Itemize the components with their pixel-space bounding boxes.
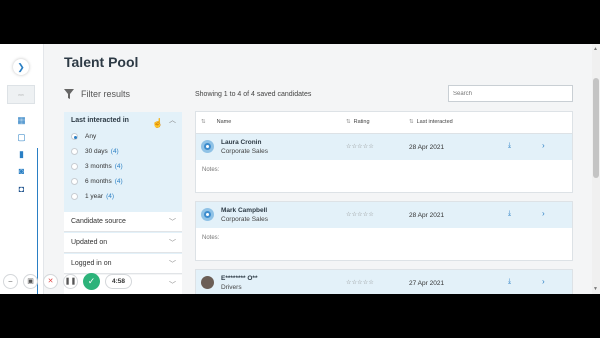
candidates-icon[interactable]: ◙ — [17, 167, 26, 176]
filter-group-title[interactable]: Last interacted in — [71, 117, 129, 124]
candidate-role: Corporate Sales — [221, 216, 268, 223]
finish-recording-button[interactable]: ✓ — [83, 272, 100, 290]
chevron-down-icon: ﹀ — [169, 282, 176, 289]
results-summary: Showing 1 to 4 of 4 saved candidates — [195, 91, 312, 98]
minimize-recorder-button[interactable]: – — [3, 273, 18, 289]
sort-icon: ⇅ — [346, 119, 351, 125]
column-last-interacted[interactable]: ⇅ Last interacted — [409, 119, 453, 125]
bookmark-icon[interactable]: ◘ — [17, 185, 26, 194]
candidate-name[interactable]: Laura Cronin — [221, 139, 261, 146]
chevron-down-icon: ﹀ — [169, 240, 176, 247]
search-input[interactable] — [448, 85, 573, 102]
close-icon: ✕ — [47, 278, 54, 285]
candidate-card-header: E******** O** Drivers ☆☆☆☆☆ 27 Apr 2021 … — [196, 270, 572, 294]
filter-group-updated-on[interactable]: Updated on ﹀ — [64, 233, 182, 253]
avatar-icon — [201, 208, 214, 221]
radio-button[interactable] — [71, 163, 78, 170]
download-icon[interactable]: ⤓ — [508, 278, 511, 286]
page-title: Talent Pool — [64, 54, 139, 70]
radio-button[interactable] — [71, 193, 78, 200]
last-interacted-date: 28 Apr 2021 — [409, 212, 445, 219]
chevron-down-icon: ﹀ — [169, 219, 176, 226]
radio-count: (4) — [106, 193, 115, 200]
notes-label: Notes: — [202, 167, 220, 173]
app-viewport: ❯ ▭▭ ▦ ▢ ▮ ◙ ◘ Talent Pool Filter result… — [0, 44, 600, 294]
scroll-up-icon[interactable]: ▲ — [593, 46, 598, 52]
radio-count: (4) — [114, 163, 123, 170]
filter-icon — [64, 89, 74, 99]
radio-count: (4) — [110, 148, 119, 155]
mouse-cursor-icon: ☝ — [152, 118, 164, 128]
radio-option-1-year[interactable]: 1 year (4) — [71, 193, 114, 200]
candidate-card-header: Laura Cronin Corporate Sales ☆☆☆☆☆ 28 Ap… — [196, 134, 572, 160]
candidate-card[interactable]: Mark Campbell Corporate Sales ☆☆☆☆☆ 28 A… — [195, 201, 573, 261]
chevron-right-icon: ❯ — [17, 61, 25, 72]
sort-icon: ⇅ — [201, 119, 206, 125]
filter-group-label: Logged in on — [71, 260, 112, 267]
camera-off-icon: ▣ — [27, 278, 34, 285]
radio-button[interactable] — [71, 148, 78, 155]
avatar-icon — [201, 140, 214, 153]
dashboard-icon[interactable]: ▦ — [17, 116, 26, 125]
filter-group-candidate-source[interactable]: Candidate source ﹀ — [64, 212, 182, 232]
chart-icon[interactable]: ▮ — [17, 150, 26, 159]
last-interacted-date: 28 Apr 2021 — [409, 144, 445, 151]
check-icon: ✓ — [87, 275, 96, 286]
chevron-right-icon[interactable]: › — [542, 141, 545, 150]
radio-label: Any — [85, 133, 97, 140]
candidate-card-header: Mark Campbell Corporate Sales ☆☆☆☆☆ 28 A… — [196, 202, 572, 228]
camera-toggle-button[interactable]: ▣ — [23, 273, 38, 289]
scroll-thumb[interactable] — [593, 78, 599, 178]
sort-icon: ⇅ — [409, 119, 414, 125]
company-logo: ▭▭ — [7, 85, 35, 104]
candidate-role: Drivers — [221, 284, 242, 291]
filter-group-label: Candidate source — [71, 218, 126, 225]
radio-label: 1 year — [85, 193, 104, 200]
last-interacted-date: 27 Apr 2021 — [409, 280, 445, 287]
candidate-role: Corporate Sales — [221, 148, 268, 155]
candidate-name[interactable]: E******** O** — [221, 275, 258, 282]
chevron-right-icon[interactable]: › — [542, 277, 545, 286]
scroll-down-icon[interactable]: ▼ — [593, 286, 598, 292]
page-scrollbar[interactable]: ▲ ▼ — [592, 44, 600, 294]
radio-label: 3 months — [85, 163, 112, 170]
left-rail: ❯ ▭▭ ▦ ▢ ▮ ◙ ◘ — [0, 44, 44, 294]
notes-label: Notes: — [202, 235, 220, 241]
candidate-card[interactable]: E******** O** Drivers ☆☆☆☆☆ 27 Apr 2021 … — [195, 269, 573, 294]
chevron-up-icon[interactable]: ︿ — [169, 115, 176, 125]
chevron-down-icon: ﹀ — [169, 261, 176, 268]
filter-heading: Filter results — [81, 89, 131, 99]
pause-recording-button[interactable]: ❚❚ — [63, 273, 78, 289]
star-rating[interactable]: ☆☆☆☆☆ — [346, 279, 374, 286]
radio-button[interactable] — [71, 178, 78, 185]
radio-count: (4) — [114, 178, 123, 185]
chevron-right-icon[interactable]: › — [542, 209, 545, 218]
radio-option-3-months[interactable]: 3 months (4) — [71, 163, 123, 170]
column-rating[interactable]: ⇅ Rating — [346, 119, 370, 125]
expand-sidebar-button[interactable]: ❯ — [13, 59, 29, 75]
folder-icon[interactable]: ▢ — [17, 133, 26, 142]
candidate-name[interactable]: Mark Campbell — [221, 207, 267, 214]
discard-recording-button[interactable]: ✕ — [43, 273, 58, 289]
radio-option-30-days[interactable]: 30 days (4) — [71, 148, 119, 155]
pause-icon: ❚❚ — [64, 278, 77, 285]
candidate-card[interactable]: Laura Cronin Corporate Sales ☆☆☆☆☆ 28 Ap… — [195, 133, 573, 193]
recorder-toolbar: – ▣ ✕ ❚❚ ✓ 4:58 — [3, 270, 133, 292]
radio-label: 30 days — [85, 148, 108, 155]
column-name[interactable]: ⇅ Name — [201, 119, 231, 125]
filter-group-label: Updated on — [71, 239, 108, 246]
download-icon[interactable]: ⤓ — [508, 210, 511, 218]
star-rating[interactable]: ☆☆☆☆☆ — [346, 211, 374, 218]
radio-option-6-months[interactable]: 6 months (4) — [71, 178, 123, 185]
download-icon[interactable]: ⤓ — [508, 142, 511, 150]
filter-header: Filter results — [64, 89, 130, 99]
minus-icon: – — [8, 277, 13, 285]
radio-option-any[interactable]: Any — [71, 133, 96, 140]
avatar-photo — [201, 276, 214, 289]
star-rating[interactable]: ☆☆☆☆☆ — [346, 143, 374, 150]
radio-button[interactable] — [71, 133, 78, 140]
radio-label: 6 months — [85, 178, 112, 185]
recording-timer: 4:58 — [105, 273, 133, 289]
